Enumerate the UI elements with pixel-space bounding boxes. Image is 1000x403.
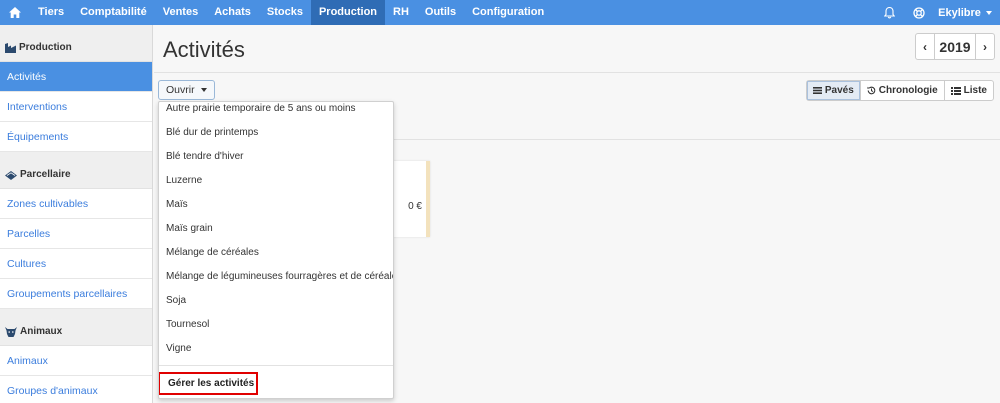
sidebar-section-title: Parcellaire [20, 169, 71, 180]
nav-outils[interactable]: Outils [417, 0, 464, 25]
sidebar-section-title: Production [19, 42, 72, 53]
open-dropdown-button[interactable]: Ouvrir [158, 80, 215, 100]
sidebar-section-production: Production [0, 25, 152, 62]
cow-icon [5, 327, 17, 337]
dropdown-item[interactable]: Mélange de céréales [159, 246, 393, 260]
sidebar-section-parcellaire: Parcellaire [0, 152, 152, 189]
sidebar-item-animaux[interactable]: Animaux [0, 346, 152, 376]
nav-stocks[interactable]: Stocks [259, 0, 311, 25]
top-navbar: Tiers Comptabilité Ventes Achats Stocks … [0, 0, 1000, 25]
chevron-right-icon: › [983, 39, 987, 54]
nav-ventes[interactable]: Ventes [155, 0, 206, 25]
page-title: Activités [163, 37, 245, 62]
dropdown-item[interactable]: Soja [159, 294, 393, 308]
dropdown-item[interactable]: Luzerne [159, 174, 393, 188]
help-button[interactable] [904, 0, 934, 25]
nav-production[interactable]: Production [310, 0, 386, 25]
sidebar-item-groupements-parcellaires[interactable]: Groupements parcellaires [0, 279, 152, 309]
dropdown-item[interactable]: Mélange de légumineuses fourragères et d… [159, 270, 393, 284]
dropdown-item[interactable]: Maïs [159, 198, 393, 212]
sidebar: Production Activités Interventions Équip… [0, 25, 153, 403]
production-icon [5, 43, 16, 53]
notifications-button[interactable] [874, 0, 904, 25]
title-divider [154, 72, 1000, 73]
content-divider [394, 139, 1000, 140]
bell-icon [883, 6, 895, 18]
dropdown-item[interactable]: Autre prairie temporaire de 5 ans ou moi… [159, 102, 393, 116]
chevron-left-icon: ‹ [923, 39, 927, 54]
view-label: Chronologie [878, 85, 938, 96]
sidebar-item-interventions[interactable]: Interventions [0, 92, 152, 122]
dropdown-item[interactable]: Maïs grain [159, 222, 393, 236]
sidebar-item-parcelles[interactable]: Parcelles [0, 219, 152, 249]
caret-down-icon [200, 88, 207, 92]
view-switcher: Pavés Chronologie Liste [805, 80, 994, 101]
sidebar-item-zones-cultivables[interactable]: Zones cultivables [0, 189, 152, 219]
sidebar-section-animaux: Animaux [0, 309, 152, 346]
view-paves-button[interactable]: Pavés [806, 81, 860, 100]
open-button-label: Ouvrir [166, 84, 195, 96]
lifebuoy-icon [913, 6, 925, 19]
main-content: Activités ‹ 2019 › Ouvrir Pavés Chronolo… [154, 25, 1000, 403]
sidebar-item-activites[interactable]: Activités [0, 62, 152, 92]
home-button[interactable] [0, 0, 30, 25]
bars-icon [812, 87, 822, 94]
dropdown-divider [159, 365, 393, 366]
tile-value: 0 € [408, 201, 422, 212]
nav-configuration[interactable]: Configuration [464, 0, 552, 25]
sidebar-item-equipements[interactable]: Équipements [0, 122, 152, 152]
dropdown-item[interactable]: Blé dur de printemps [159, 126, 393, 140]
nav-rh[interactable]: RH [385, 0, 417, 25]
view-liste-button[interactable]: Liste [943, 81, 993, 100]
history-icon [867, 86, 876, 95]
sidebar-item-groupes-animaux[interactable]: Groupes d'animaux [0, 376, 152, 403]
previous-year-button[interactable]: ‹ [916, 34, 934, 59]
view-label: Pavés [824, 85, 854, 96]
land-parcel-icon [5, 171, 17, 180]
user-menu[interactable]: Ekylibre [934, 7, 1000, 19]
dropdown-item[interactable]: Blé tendre d'hiver [159, 150, 393, 164]
dropdown-item[interactable]: Tournesol [159, 318, 393, 332]
view-chronologie-button[interactable]: Chronologie [859, 81, 944, 100]
sidebar-item-cultures[interactable]: Cultures [0, 249, 152, 279]
manage-activities-item[interactable]: Gérer les activités [159, 372, 258, 395]
nav-tiers[interactable]: Tiers [30, 0, 72, 25]
next-year-button[interactable]: › [976, 34, 994, 59]
year-value: 2019 [934, 34, 976, 59]
open-dropdown-menu: Autre prairie temporaire de 5 ans ou moi… [158, 101, 394, 399]
user-name: Ekylibre [938, 6, 981, 19]
view-label: Liste [963, 85, 987, 96]
nav-achats[interactable]: Achats [206, 0, 259, 25]
nav-comptabilite[interactable]: Comptabilité [72, 0, 155, 25]
sidebar-section-title: Animaux [20, 326, 63, 337]
year-selector: ‹ 2019 › [915, 33, 995, 60]
list-icon [950, 86, 961, 95]
home-icon [9, 7, 21, 18]
dropdown-item[interactable]: Vigne [159, 342, 393, 356]
chevron-down-icon [986, 10, 992, 15]
